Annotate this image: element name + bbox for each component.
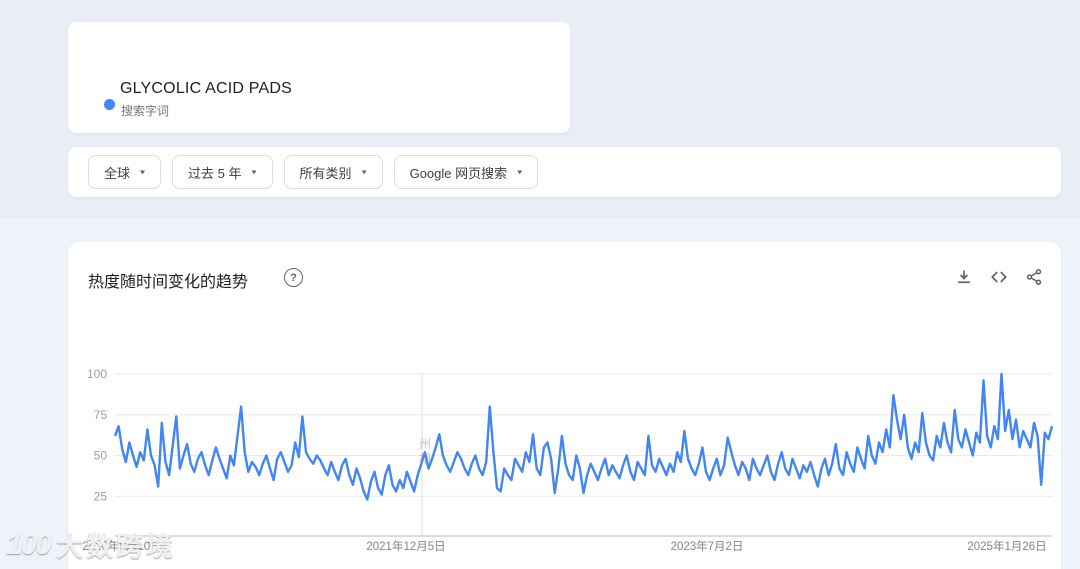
faint-watermark-fragment: 州相 [419,437,432,466]
watermark-text: 大数跨境 [56,532,177,562]
svg-text:50: 50 [94,449,108,463]
search-term-title: GLYCOLIC ACID PADS [120,80,292,97]
site-watermark: 100 大数跨境 [6,525,176,564]
svg-text:75: 75 [94,408,108,422]
search-term-card[interactable]: GLYCOLIC ACID PADS 搜索字词 [68,22,570,133]
category-dropdown[interactable]: 所有类别 ▾ [283,155,383,189]
help-icon[interactable]: ? [284,268,303,287]
search-type-dropdown-label: Google 网页搜索 [409,165,508,181]
filter-bar: 全球 ▾ 过去 5 年 ▾ 所有类别 ▾ Google 网页搜索 ▾ [68,147,1061,197]
region-dropdown[interactable]: 全球 ▾ [88,155,162,189]
interest-over-time-card: 热度随时间变化的趋势 ? 100 75 50 25 2020年5月10日 2021年12月… [68,242,1061,569]
region-dropdown-label: 全球 [104,165,131,181]
chevron-down-icon: ▾ [517,167,523,177]
google-trends-page: GLYCOLIC ACID PADS 搜索字词 + 比较 全球 ▾ 过去 5 年… [0,0,1080,569]
chevron-down-icon: ▾ [251,167,257,177]
svg-text:2025年1月26日: 2025年1月26日 [967,539,1046,553]
term-color-dot [104,99,115,110]
interest-over-time-chart[interactable]: 1007550252020年5月10日 2021年12月5日 2023年7月2日 20… [75,356,1061,566]
time-range-dropdown-label: 过去 5 年 [188,165,242,181]
share-icon[interactable] [1025,268,1043,286]
svg-text:100: 100 [87,367,107,381]
time-range-dropdown[interactable]: 过去 5 年 ▾ [172,155,273,189]
chart-title: 热度随时间变化的趋势 [88,274,249,291]
chevron-down-icon: ▾ [361,167,367,177]
svg-text:2023年7月2日: 2023年7月2日 [671,539,744,553]
svg-text:2021年12月5日: 2021年12月5日 [366,539,445,553]
embed-code-icon[interactable] [990,268,1008,286]
search-type-dropdown[interactable]: Google 网页搜索 ▾ [393,155,539,189]
chevron-down-icon: ▾ [140,167,146,177]
watermark-logo-icon: 100 [6,527,52,561]
search-term-type-label: 搜索字词 [121,104,170,118]
category-dropdown-label: 所有类别 [299,165,352,181]
chart-actions [955,268,1043,286]
download-icon[interactable] [955,268,973,286]
svg-text:25: 25 [94,489,108,503]
